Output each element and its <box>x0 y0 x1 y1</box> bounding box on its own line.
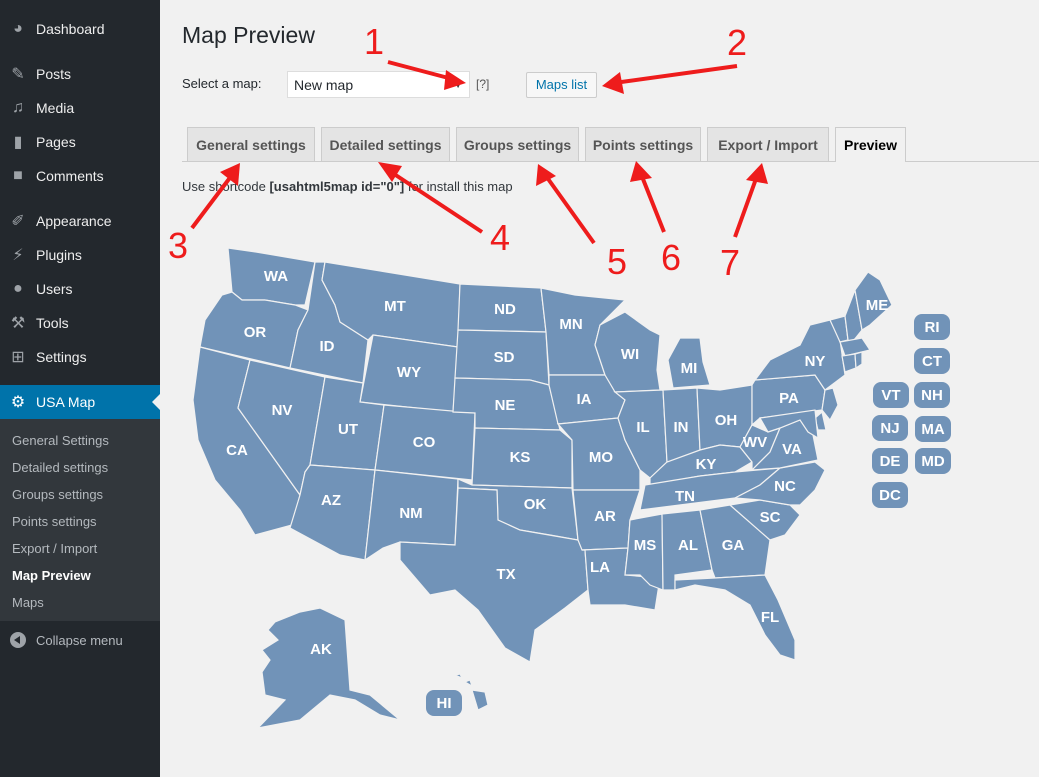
annotation-number-6: 6 <box>661 237 681 278</box>
state-label-co: CO <box>413 434 436 451</box>
state-label-ny: NY <box>805 353 826 370</box>
annotation-arrow-6 <box>639 173 666 233</box>
annotation-number-7: 7 <box>720 242 740 283</box>
state-label-in: IN <box>674 419 689 436</box>
annotation-number-1: 1 <box>364 21 384 62</box>
annotation-arrow-4 <box>386 168 484 234</box>
annotation-arrow-5 <box>544 174 596 245</box>
annotation-arrow-7 <box>733 175 759 238</box>
state-label-sd: SD <box>494 349 515 366</box>
state-button-label: NH <box>921 387 943 404</box>
state-button-ct[interactable]: CT <box>914 348 950 374</box>
state-button-label: CT <box>922 353 942 370</box>
state-button-label: VT <box>881 387 900 404</box>
state-label-ks: KS <box>510 449 531 466</box>
state-label-il: IL <box>636 419 649 436</box>
state-ct[interactable] <box>841 353 857 373</box>
state-label-id: ID <box>320 338 335 355</box>
state-label-wv: WV <box>743 434 767 451</box>
state-label-wi: WI <box>621 346 639 363</box>
state-label-ar: AR <box>594 508 616 525</box>
state-button-md[interactable]: MD <box>915 448 951 474</box>
annotation-number-4: 4 <box>490 217 510 258</box>
state-button-dc[interactable]: DC <box>872 482 908 508</box>
usa-map: WA OR CA ID NV MT WY UT AZ CO NM ND SD NE KS OK TX MN IA MO… <box>168 21 951 729</box>
annotation-arrowhead-2 <box>602 72 624 94</box>
state-button-de[interactable]: DE <box>872 448 908 474</box>
annotation-arrowhead-3 <box>220 163 240 186</box>
state-label-wy: WY <box>397 364 421 381</box>
annotation-number-5: 5 <box>607 241 627 282</box>
annotation-arrowhead-7 <box>746 163 768 184</box>
state-label-fl: FL <box>761 609 779 626</box>
state-button-nh[interactable]: NH <box>914 382 950 408</box>
state-label-mn: MN <box>559 316 582 333</box>
annotation-number-2: 2 <box>727 22 747 63</box>
state-label-tn: TN <box>675 488 695 505</box>
state-label-oh: OH <box>715 412 738 429</box>
state-ak[interactable] <box>256 607 401 729</box>
state-button-ma[interactable]: MA <box>915 416 951 442</box>
state-label-nd: ND <box>494 301 516 318</box>
state-ri[interactable] <box>854 351 863 370</box>
annotation-arrows <box>190 60 768 245</box>
state-label-ut: UT <box>338 421 358 438</box>
state-label-wa: WA <box>264 268 288 285</box>
state-label-ms: MS <box>634 537 657 554</box>
state-button-label: MA <box>921 421 944 438</box>
state-button-label: RI <box>925 319 940 336</box>
state-button-label: DE <box>880 453 901 470</box>
annotation-arrow-3 <box>190 173 234 230</box>
state-button-ri[interactable]: RI <box>914 314 950 340</box>
state-nj[interactable] <box>821 387 839 422</box>
annotation-arrowhead-6 <box>630 161 652 182</box>
state-label-ak: AK <box>310 641 332 658</box>
state-label-ky: KY <box>696 456 717 473</box>
state-label-ok: OK <box>524 496 547 513</box>
state-button-label: HI <box>437 695 452 712</box>
state-button-nj[interactable]: NJ <box>872 415 908 441</box>
state-button-label: NJ <box>880 420 899 437</box>
annotation-arrow-2 <box>613 64 738 85</box>
state-label-nc: NC <box>774 478 796 495</box>
state-label-me: ME <box>866 297 889 314</box>
state-label-or: OR <box>244 324 267 341</box>
state-label-va: VA <box>782 441 802 458</box>
state-label-tx: TX <box>496 566 515 583</box>
state-label-al: AL <box>678 537 698 554</box>
state-button-label: MD <box>921 453 944 470</box>
annotation-number-3: 3 <box>168 225 188 266</box>
state-label-nm: NM <box>399 505 422 522</box>
state-label-ne: NE <box>495 397 516 414</box>
state-label-mt: MT <box>384 298 406 315</box>
state-button-hi[interactable]: HI <box>426 690 462 716</box>
state-label-mo: MO <box>589 449 613 466</box>
state-label-sc: SC <box>760 509 781 526</box>
state-button-label: DC <box>879 487 901 504</box>
state-label-ca: CA <box>226 442 248 459</box>
state-label-ia: IA <box>577 391 592 408</box>
state-label-mi: MI <box>681 360 698 377</box>
state-label-nv: NV <box>272 402 293 419</box>
state-label-la: LA <box>590 559 610 576</box>
state-label-az: AZ <box>321 492 341 509</box>
state-label-ga: GA <box>722 537 745 554</box>
state-button-vt[interactable]: VT <box>873 382 909 408</box>
state-ma[interactable] <box>839 337 871 357</box>
state-label-pa: PA <box>779 390 799 407</box>
annotation-arrowhead-1 <box>444 70 466 90</box>
